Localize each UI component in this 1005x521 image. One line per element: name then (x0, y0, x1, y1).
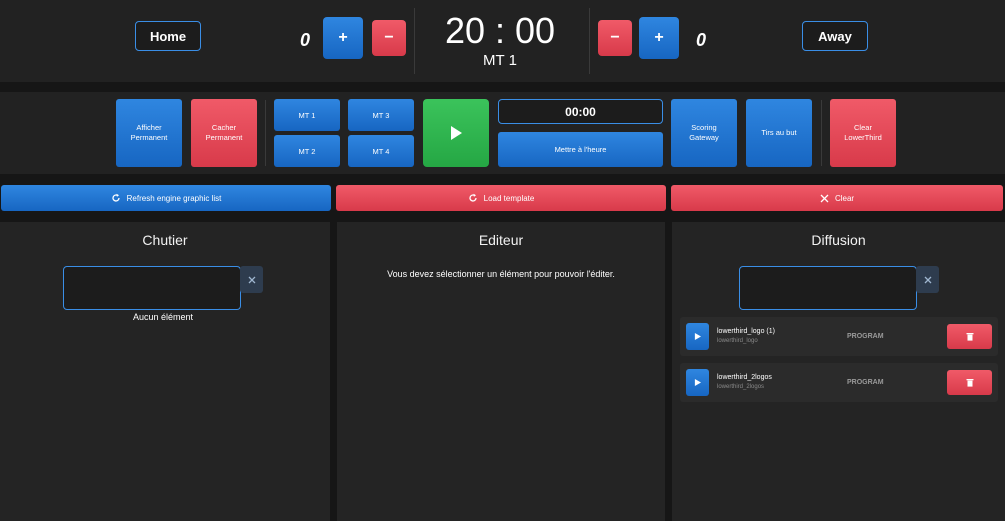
divider (821, 100, 822, 166)
item-name: lowerthird_logo (1) (717, 328, 775, 335)
period-label: MT 1 (483, 52, 517, 69)
play-button[interactable] (423, 99, 489, 167)
home-minus-button[interactable]: − (372, 20, 406, 56)
editeur-panel (337, 222, 665, 521)
home-plus-button[interactable]: + (323, 17, 363, 59)
editeur-title: Editeur (478, 232, 524, 248)
home-team-button[interactable]: Home (135, 21, 201, 51)
chutier-search-input[interactable] (63, 266, 241, 310)
chutier-clear-button[interactable] (240, 266, 263, 293)
mt1-button[interactable]: MT 1 (274, 99, 340, 131)
trash-icon (966, 379, 973, 387)
clear-button[interactable]: Clear (671, 185, 1003, 211)
item-delete-button[interactable] (947, 370, 992, 395)
editeur-message: Vous devez sélectionner un élément pour … (387, 269, 615, 279)
clear-lowerthird-button[interactable]: Clear LowerThird (830, 99, 896, 167)
play-icon (694, 333, 701, 340)
refresh-label: Refresh engine graphic list (126, 193, 222, 203)
item-delete-button[interactable] (947, 324, 992, 349)
away-team-button[interactable]: Away (802, 21, 868, 51)
diffusion-title: Diffusion (811, 232, 866, 248)
load-template-label: Load template (483, 193, 535, 203)
divider (265, 100, 266, 166)
refresh-engine-button[interactable]: Refresh engine graphic list (1, 185, 331, 211)
refresh-icon (469, 193, 477, 202)
game-clock: 20 : 00 (444, 10, 556, 51)
item-status: PROGRAM (847, 379, 884, 386)
close-icon (820, 194, 829, 202)
home-score: 0 (299, 29, 310, 50)
item-play-button[interactable] (686, 323, 709, 350)
away-score: 0 (695, 29, 706, 50)
chutier-title: Chutier (142, 232, 188, 248)
item-status: PROGRAM (847, 333, 884, 340)
cacher-permanent-button[interactable]: Cacher Permanent (191, 99, 257, 167)
item-subname: lowerthird_2logos (717, 384, 765, 390)
mt4-button[interactable]: MT 4 (348, 135, 414, 167)
divider (414, 8, 415, 74)
mettre-a-l-heure-button[interactable]: Mettre à l'heure (498, 132, 663, 167)
chutier-empty-text: Aucun élément (132, 312, 194, 322)
clear-label: Clear (834, 193, 855, 203)
diffusion-clear-button[interactable] (916, 266, 939, 293)
close-icon (924, 276, 931, 283)
play-icon (694, 379, 701, 386)
away-plus-button[interactable]: + (639, 17, 679, 59)
close-icon (248, 276, 255, 283)
scoring-gateway-button[interactable]: Scoring Gateway (671, 99, 737, 167)
item-name: lowerthird_2logos (717, 374, 772, 381)
play-icon (451, 126, 462, 140)
diffusion-search-input[interactable] (739, 266, 917, 310)
refresh-icon (112, 193, 120, 202)
load-template-button[interactable]: Load template (336, 185, 666, 211)
mt3-button[interactable]: MT 3 (348, 99, 414, 131)
tirs-au-but-button[interactable]: Tirs au but (746, 99, 812, 167)
item-subname: lowerthird_logo (717, 338, 758, 344)
trash-icon (966, 333, 973, 341)
divider (589, 8, 590, 74)
timer-input[interactable]: 00:00 (498, 99, 663, 124)
away-minus-button[interactable]: − (598, 20, 632, 56)
afficher-permanent-button[interactable]: Afficher Permanent (116, 99, 182, 167)
mt2-button[interactable]: MT 2 (274, 135, 340, 167)
item-play-button[interactable] (686, 369, 709, 396)
